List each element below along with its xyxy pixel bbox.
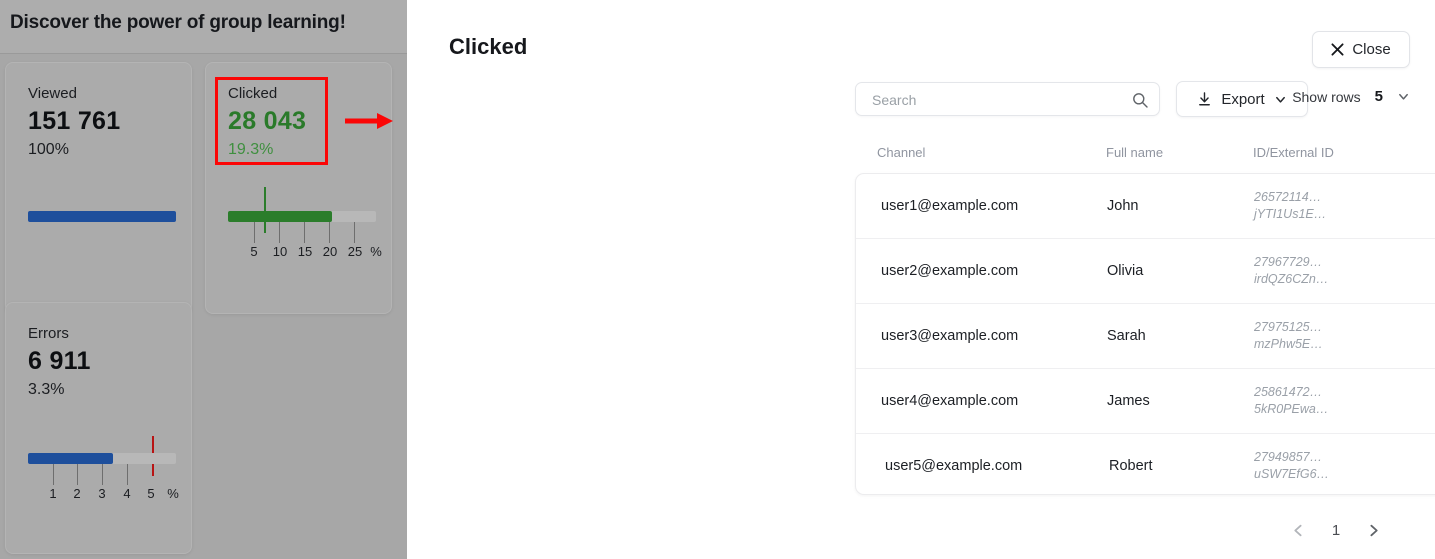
cell-channel: user1@example.com <box>881 198 1019 214</box>
chevron-left-icon[interactable] <box>1291 523 1306 538</box>
cell-id-line2: mzPhw5E… <box>1254 337 1323 351</box>
cell-id-line2: 5kR0PEwa… <box>1254 402 1329 416</box>
screen: Discover the power of group learning! Vi… <box>0 0 1435 559</box>
cell-channel: user2@example.com <box>881 263 1019 279</box>
cell-id: 27975125… mzPhw5E… <box>1254 319 1323 353</box>
metric-percent-viewed: 100% <box>28 141 69 158</box>
dimmed-background-app: Discover the power of group learning! Vi… <box>0 0 407 559</box>
gauge-tick-labels: 1 2 3 4 5 % <box>49 486 179 501</box>
cell-id: 27949857… uSW7EfG6… <box>1254 449 1329 483</box>
metric-card-viewed[interactable]: Viewed 151 761 100% <box>5 62 192 314</box>
cell-id-line1: 26572114… <box>1254 190 1322 204</box>
gauge-tick-labels: 5 10 15 20 25 % <box>250 244 382 259</box>
export-button[interactable]: Export <box>1176 81 1308 117</box>
results-table: user1@example.com John 26572114… jYTI1Us… <box>855 173 1435 495</box>
metric-percent-errors: 3.3% <box>28 381 65 398</box>
table-header: Channel Full name ID/External ID <box>855 145 1435 165</box>
column-header-channel: Channel <box>877 145 926 160</box>
table-row[interactable]: user3@example.com Sarah 27975125… mzPhw5… <box>856 304 1435 369</box>
cell-id-line2: uSW7EfG6… <box>1254 467 1330 481</box>
show-rows-selector[interactable]: Show rows 5 <box>1292 88 1410 105</box>
cell-full-name: Olivia <box>1107 263 1144 279</box>
metric-value-errors: 6 911 <box>28 347 91 375</box>
search-box <box>855 82 1160 117</box>
cell-full-name: James <box>1107 393 1150 409</box>
cell-id-line1: 27975125… <box>1254 320 1323 334</box>
cell-full-name: Robert <box>1109 458 1153 474</box>
search-input[interactable] <box>870 83 1129 117</box>
metric-card-errors[interactable]: Errors 6 911 3.3% 1 2 3 4 5 % <box>5 302 192 554</box>
close-icon <box>1331 43 1344 56</box>
search-icon[interactable] <box>1132 92 1148 108</box>
table-row[interactable]: user4@example.com James 25861472… 5kR0PE… <box>856 369 1435 434</box>
app-header-title: Discover the power of group learning! <box>10 12 346 33</box>
table-row[interactable]: user5@example.com Robert 27949857… uSW7E… <box>856 434 1435 494</box>
cell-id-line2: irdQZ6CZn… <box>1254 272 1329 286</box>
gauge-fill <box>228 211 332 222</box>
cell-id-line2: jYTI1Us1E… <box>1254 207 1327 221</box>
table-row[interactable]: user2@example.com Olivia 27967729… irdQZ… <box>856 239 1435 304</box>
metric-value-viewed: 151 761 <box>28 107 121 135</box>
annotation-highlight-box <box>215 77 328 165</box>
chevron-down-icon <box>1275 96 1285 103</box>
cell-id: 27967729… irdQZ6CZn… <box>1254 254 1328 288</box>
pagination-page-1[interactable]: 1 <box>1332 522 1340 539</box>
table-row[interactable]: user1@example.com John 26572114… jYTI1Us… <box>856 174 1435 239</box>
panel-title: Clicked <box>449 34 528 59</box>
cell-id-line1: 27949857… <box>1254 450 1323 464</box>
close-button-label: Close <box>1352 41 1391 58</box>
close-button[interactable]: Close <box>1312 31 1410 68</box>
gauge-fill <box>28 453 113 464</box>
metric-label-errors: Errors <box>28 325 69 342</box>
show-rows-label: Show rows <box>1292 88 1361 105</box>
gauge-ticks <box>228 222 376 244</box>
metric-label-viewed: Viewed <box>28 85 77 102</box>
cell-id-line1: 27967729… <box>1254 255 1323 269</box>
cell-channel: user5@example.com <box>885 458 1023 474</box>
cell-id: 26572114… jYTI1Us1E… <box>1254 189 1326 223</box>
search-field-wrapper[interactable] <box>855 82 1160 117</box>
gauge-fill <box>28 211 176 222</box>
gauge-ticks <box>28 464 176 486</box>
annotation-arrow-icon <box>345 113 393 129</box>
app-header: Discover the power of group learning! <box>0 0 407 54</box>
column-header-id: ID/External ID <box>1253 145 1334 160</box>
cell-full-name: John <box>1107 198 1139 214</box>
chevron-right-icon[interactable] <box>1366 523 1381 538</box>
show-rows-value: 5 <box>1374 88 1383 105</box>
column-header-full-name: Full name <box>1106 145 1164 160</box>
export-button-label: Export <box>1221 90 1265 108</box>
cell-id-line1: 25861472… <box>1254 385 1323 399</box>
details-panel: Clicked Close Export <box>407 0 1435 559</box>
cell-channel: user3@example.com <box>881 328 1019 344</box>
cell-id: 25861472… 5kR0PEwa… <box>1254 384 1328 418</box>
pagination: 1 <box>855 514 1435 546</box>
chevron-down-icon[interactable] <box>1397 90 1410 103</box>
cell-channel: user4@example.com <box>881 393 1019 409</box>
download-icon <box>1199 91 1211 105</box>
cell-full-name: Sarah <box>1107 328 1146 344</box>
